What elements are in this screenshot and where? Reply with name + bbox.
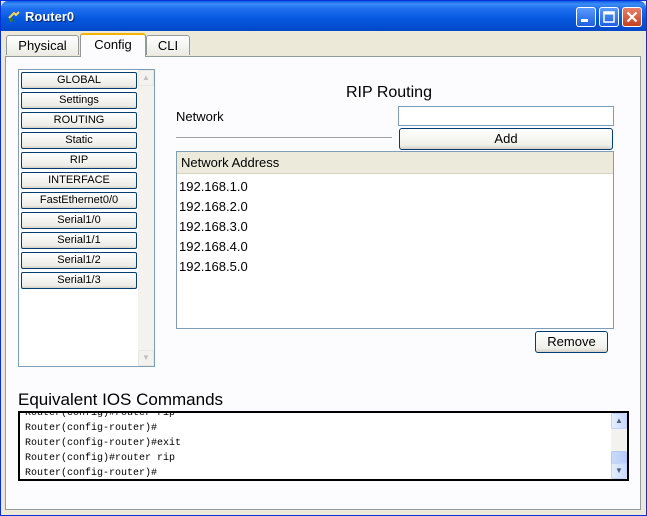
add-network-button[interactable]: Add xyxy=(399,128,613,150)
console-line: Router(config)#router rip xyxy=(25,411,176,419)
scroll-down-arrow-icon[interactable]: ▼ xyxy=(138,350,154,366)
list-item[interactable]: 192.168.1.0 xyxy=(179,179,248,194)
tab-config[interactable]: Config xyxy=(80,33,146,57)
sidebar-item-serial1-3[interactable]: Serial1/3 xyxy=(21,272,137,289)
ios-commands-console[interactable]: Router(config)#router rip Router(config-… xyxy=(18,411,629,481)
router-icon xyxy=(8,11,20,22)
tab-physical[interactable]: Physical xyxy=(6,35,79,55)
minimize-button[interactable] xyxy=(576,7,596,27)
list-item[interactable]: 192.168.4.0 xyxy=(179,239,248,254)
network-address-header[interactable]: Network Address xyxy=(177,152,613,174)
config-sidebar: GLOBAL Settings ROUTING Static RIP INTER… xyxy=(18,69,155,367)
sidebar-item-serial1-0[interactable]: Serial1/0 xyxy=(21,212,137,229)
title-bar[interactable]: Router0 xyxy=(1,1,646,31)
maximize-icon xyxy=(603,11,615,23)
remove-network-button[interactable]: Remove xyxy=(535,331,608,353)
maximize-button[interactable] xyxy=(599,7,619,27)
sidebar-item-serial1-2[interactable]: Serial1/2 xyxy=(21,252,137,269)
tab-cli[interactable]: CLI xyxy=(146,35,190,55)
config-panel: GLOBAL Settings ROUTING Static RIP INTER… xyxy=(5,56,641,510)
sidebar-item-rip[interactable]: RIP xyxy=(21,152,137,169)
sidebar-item-static[interactable]: Static xyxy=(21,132,137,149)
close-button[interactable] xyxy=(622,7,642,27)
sidebar-item-interface[interactable]: INTERFACE xyxy=(21,172,137,189)
network-separator xyxy=(176,137,392,139)
rip-routing-title: RIP Routing xyxy=(346,84,432,101)
console-scrollbar[interactable]: ▲ ▼ xyxy=(611,413,627,479)
sidebar-item-global[interactable]: GLOBAL xyxy=(21,72,137,89)
minimize-icon xyxy=(581,19,588,22)
list-item[interactable]: 192.168.3.0 xyxy=(179,219,248,234)
network-input[interactable] xyxy=(398,106,614,126)
sidebar-item-serial1-1[interactable]: Serial1/1 xyxy=(21,232,137,249)
scroll-up-arrow-icon[interactable]: ▲ xyxy=(611,413,627,429)
network-label: Network xyxy=(176,109,224,124)
router-config-window: Router0 Physical Config CLI GLOBAL Setti… xyxy=(0,0,647,516)
window-title: Router0 xyxy=(25,9,75,24)
sidebar-item-routing[interactable]: ROUTING xyxy=(21,112,137,129)
list-item[interactable]: 192.168.2.0 xyxy=(179,199,248,214)
sidebar-item-fastethernet0-0[interactable]: FastEthernet0/0 xyxy=(21,192,137,209)
console-line: Router(config-router)#exit xyxy=(25,438,182,449)
console-line: Router(config-router)# xyxy=(25,423,158,434)
console-line: Router(config)#router rip xyxy=(25,453,176,464)
network-address-list: Network Address 192.168.1.0 192.168.2.0 … xyxy=(176,151,614,329)
sidebar-scrollbar[interactable]: ▲ ▼ xyxy=(138,70,154,366)
list-item[interactable]: 192.168.5.0 xyxy=(179,259,248,274)
equivalent-ios-commands-label: Equivalent IOS Commands xyxy=(18,390,224,409)
scroll-up-arrow-icon[interactable]: ▲ xyxy=(138,70,154,86)
close-icon xyxy=(626,11,638,23)
scroll-down-arrow-icon[interactable]: ▼ xyxy=(611,463,627,479)
console-line: Router(config-router)# xyxy=(25,468,158,479)
sidebar-item-settings[interactable]: Settings xyxy=(21,92,137,109)
